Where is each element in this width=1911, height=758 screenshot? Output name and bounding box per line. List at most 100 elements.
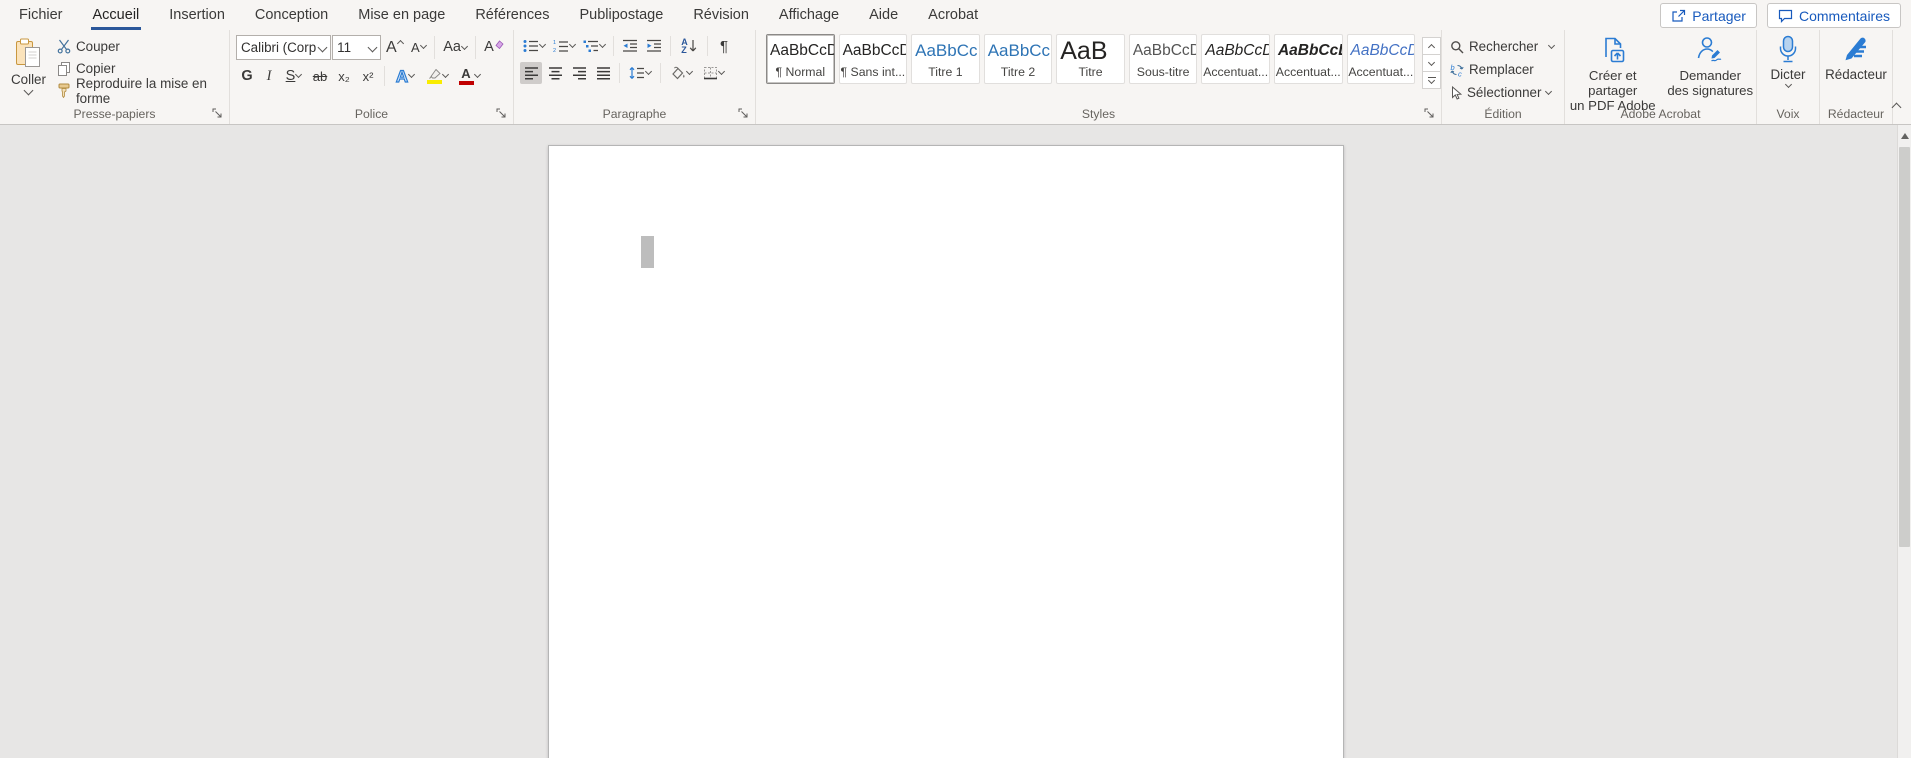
show-formatting-marks-button[interactable]: ¶ xyxy=(713,35,735,57)
paragraph-group-label: Paragraphe xyxy=(602,107,667,121)
acrobat-group: Créer et partager un PDF Adobe Demander … xyxy=(1565,30,1757,124)
tab-acrobat[interactable]: Acrobat xyxy=(913,0,993,30)
request-signatures-button[interactable]: Demander des signatures xyxy=(1664,30,1756,124)
change-case-button[interactable]: Aa xyxy=(440,37,470,59)
shrink-font-button[interactable]: A xyxy=(407,37,429,59)
svg-text:b: b xyxy=(1451,63,1455,72)
top-right-actions: Partager Commentaires xyxy=(1660,3,1901,28)
editing-group: Rechercher b c Remplacer Sélectionner Éd… xyxy=(1442,30,1565,124)
font-color-button[interactable]: A xyxy=(454,65,484,87)
superscript-button[interactable]: x² xyxy=(357,65,379,87)
dictate-button[interactable]: Dicter xyxy=(1762,30,1814,124)
ribbon-tab-bar: Fichier Accueil Insertion Conception Mis… xyxy=(0,0,1911,30)
clear-formatting-button[interactable]: A xyxy=(481,37,507,59)
scroll-up-button[interactable] xyxy=(1898,127,1911,144)
text-cursor-block xyxy=(641,236,654,268)
microphone-icon xyxy=(1776,35,1800,64)
multilevel-list-button[interactable] xyxy=(580,35,608,57)
clipboard-icon xyxy=(15,38,42,69)
editing-group-label: Édition xyxy=(1484,107,1522,121)
cut-button[interactable]: Couper xyxy=(55,36,229,57)
svg-text:c: c xyxy=(1458,69,1462,77)
increase-indent-button[interactable] xyxy=(643,35,665,57)
font-family-combobox[interactable]: Calibri (Corp xyxy=(236,35,332,60)
decrease-indent-button[interactable] xyxy=(619,35,641,57)
signature-person-icon xyxy=(1695,35,1725,65)
comments-label: Commentaires xyxy=(1798,7,1890,24)
format-painter-icon xyxy=(57,83,71,98)
grow-font-button[interactable]: A xyxy=(383,37,405,59)
style-intense-emphasis[interactable]: AaBbCcDi Accentuat... xyxy=(1346,34,1416,84)
svg-text:1: 1 xyxy=(553,40,556,46)
format-painter-button[interactable]: Reproduire la mise en forme xyxy=(55,76,229,106)
tab-conception[interactable]: Conception xyxy=(240,0,343,30)
tab-aide[interactable]: Aide xyxy=(854,0,913,30)
chevron-down-icon xyxy=(441,70,449,79)
tab-accueil[interactable]: Accueil xyxy=(78,0,155,30)
shading-button[interactable] xyxy=(666,62,696,84)
style-title[interactable]: AaB Titre xyxy=(1056,34,1125,84)
numbering-button[interactable]: 12 xyxy=(550,35,578,57)
tab-revision[interactable]: Révision xyxy=(678,0,764,30)
editor-pen-icon xyxy=(1841,35,1871,64)
sort-button[interactable]: A Z xyxy=(676,35,702,57)
style-subtitle[interactable]: AaBbCcD Sous-titre xyxy=(1128,34,1198,84)
tab-insertion[interactable]: Insertion xyxy=(154,0,240,30)
paragraph-dialog-launcher[interactable] xyxy=(736,106,750,120)
divider xyxy=(475,36,476,59)
align-center-button[interactable] xyxy=(544,62,566,84)
style-heading2[interactable]: AaBbCcD Titre 2 xyxy=(983,34,1053,84)
comments-button[interactable]: Commentaires xyxy=(1766,3,1901,28)
clipboard-dialog-launcher[interactable] xyxy=(210,106,224,120)
vertical-scrollbar[interactable] xyxy=(1897,125,1911,758)
collapse-ribbon-button[interactable] xyxy=(1891,97,1902,116)
italic-button[interactable]: I xyxy=(260,65,278,87)
font-size-combobox[interactable]: 11 xyxy=(332,35,382,60)
align-right-button[interactable] xyxy=(568,62,590,84)
chevron-down-icon xyxy=(717,67,725,76)
justify-button[interactable] xyxy=(592,62,614,84)
tab-fichier[interactable]: Fichier xyxy=(4,0,78,30)
share-button[interactable]: Partager xyxy=(1660,3,1757,28)
tab-references[interactable]: Références xyxy=(460,0,564,30)
style-heading1[interactable]: AaBbCc Titre 1 xyxy=(911,34,980,84)
document-page[interactable] xyxy=(548,145,1344,758)
borders-button[interactable] xyxy=(698,62,728,84)
strikethrough-button[interactable]: ab xyxy=(309,65,331,87)
style-emphasis[interactable]: AaBbCcDi Accentuat... xyxy=(1273,34,1343,84)
tab-affichage[interactable]: Affichage xyxy=(764,0,854,30)
subscript-button[interactable]: x₂ xyxy=(333,65,355,87)
replace-button[interactable]: b c Remplacer xyxy=(1450,59,1564,80)
align-left-button[interactable] xyxy=(520,62,542,84)
style-subtle-emphasis[interactable]: AaBbCcDi Accentuat... xyxy=(1201,34,1270,84)
styles-scroll-down-button[interactable] xyxy=(1422,54,1442,72)
line-spacing-button[interactable] xyxy=(625,62,655,84)
editor-button[interactable]: Rédacteur xyxy=(1824,30,1888,124)
chevron-down-icon xyxy=(317,42,328,52)
create-pdf-button[interactable]: Créer et partager un PDF Adobe xyxy=(1565,30,1660,124)
share-icon xyxy=(1671,9,1686,23)
bullets-button[interactable] xyxy=(520,35,548,57)
scrollbar-thumb[interactable] xyxy=(1899,147,1910,547)
style-normal[interactable]: AaBbCcDc ¶ Normal xyxy=(766,34,835,84)
styles-dialog-launcher[interactable] xyxy=(1422,106,1436,120)
replace-icon: b c xyxy=(1450,63,1464,77)
tab-mise-en-page[interactable]: Mise en page xyxy=(343,0,460,30)
bold-button[interactable]: G xyxy=(236,65,258,87)
styles-scroll-up-button[interactable] xyxy=(1422,37,1442,55)
styles-more-button[interactable] xyxy=(1422,71,1442,89)
font-dialog-launcher[interactable] xyxy=(494,106,508,120)
highlight-color-button[interactable] xyxy=(422,65,452,87)
document-canvas xyxy=(0,125,1911,758)
find-button[interactable]: Rechercher xyxy=(1450,36,1564,57)
paste-button[interactable]: Coller xyxy=(4,33,53,120)
underline-button[interactable]: S xyxy=(280,65,307,87)
tab-publipostage[interactable]: Publipostage xyxy=(564,0,678,30)
chevron-down-icon xyxy=(644,67,653,76)
chevron-down-icon xyxy=(1545,87,1553,95)
chevron-up-icon xyxy=(1891,102,1902,113)
select-button[interactable]: Sélectionner xyxy=(1450,82,1564,103)
style-no-spacing[interactable]: AaBbCcDc ¶ Sans int... xyxy=(838,34,908,84)
text-effects-button[interactable]: A xyxy=(390,65,420,87)
divider xyxy=(660,63,661,83)
